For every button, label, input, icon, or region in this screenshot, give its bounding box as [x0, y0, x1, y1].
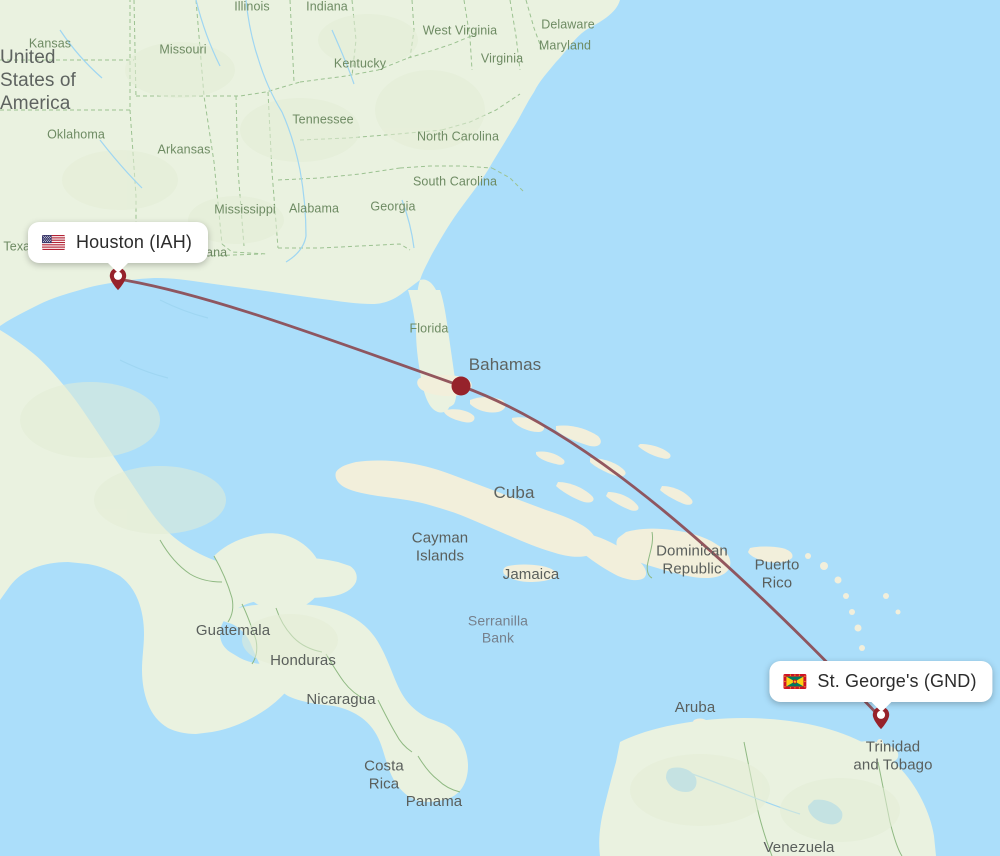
flight-route-map[interactable]: .land{fill:#EAF2E0;} .land2{fill:#F2EFDB… [0, 0, 1000, 856]
tooltip-tail [107, 262, 129, 273]
route-waypoint-marker[interactable] [451, 376, 471, 396]
tooltip-tail [869, 701, 892, 712]
destination-tooltip-st-georges[interactable]: St. George's (GND) [769, 661, 993, 712]
destination-tooltip-label: St. George's (GND) [817, 671, 977, 691]
origin-tooltip-label: Houston (IAH) [76, 232, 192, 252]
origin-tooltip-houston[interactable]: Houston (IAH) [28, 222, 208, 273]
grenada-flag-icon [783, 674, 807, 689]
us-flag-icon [42, 235, 65, 250]
map-canvas: .land{fill:#EAF2E0;} .land2{fill:#F2EFDB… [0, 0, 1000, 856]
